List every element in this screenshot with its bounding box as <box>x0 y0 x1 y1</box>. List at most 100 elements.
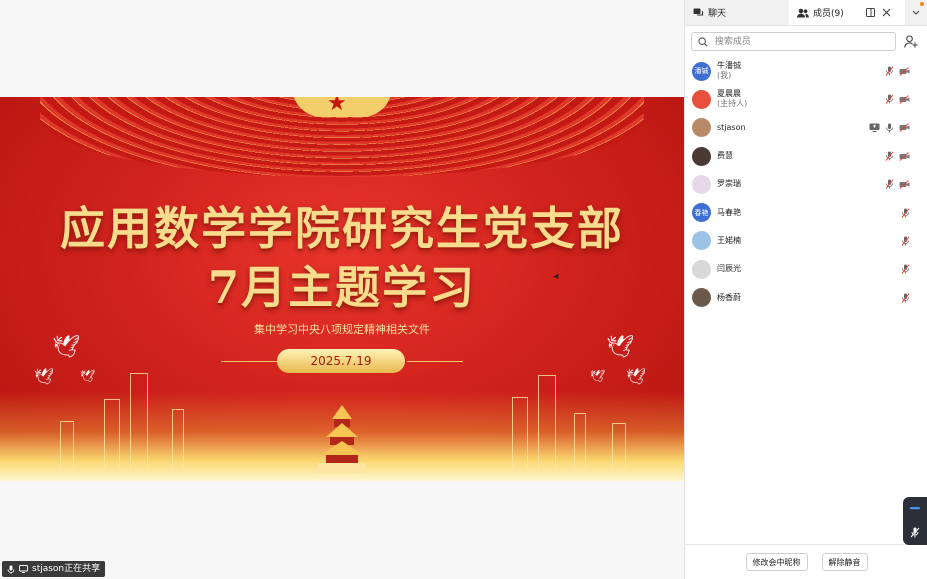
avatar <box>692 146 711 166</box>
dove-icon: 🕊 <box>626 367 647 386</box>
member-role: (主持人) <box>717 99 748 109</box>
sharing-status-text: stjason正在共享 <box>32 564 101 574</box>
member-status-icons <box>869 114 910 142</box>
camera-off-icon[interactable] <box>899 95 910 104</box>
mic-muted-icon[interactable] <box>910 527 920 538</box>
chat-icon <box>693 8 703 15</box>
panel-tabs: 聊天 成员(9) <box>685 0 927 26</box>
camera-off-icon[interactable] <box>899 151 910 161</box>
screen-share-icon[interactable] <box>869 123 880 133</box>
mic-muted-icon[interactable] <box>901 236 910 246</box>
slide-subtitle: 集中学习中央八项规定精神相关文件 <box>254 323 430 336</box>
member-name: 夏晨晨 <box>717 89 741 99</box>
member-name-block: 杨香蔚 <box>717 293 741 303</box>
avatar <box>692 288 711 308</box>
skyline-building <box>574 413 586 471</box>
camera-off-icon[interactable] <box>899 123 910 133</box>
dove-icon: 🕊 <box>34 367 55 386</box>
member-name-block: 夏晨晨 (主持人) <box>717 89 747 109</box>
member-status-icons <box>885 142 910 170</box>
mic-muted-icon[interactable] <box>885 179 894 190</box>
member-search-input[interactable] <box>712 35 895 48</box>
skyline-building <box>130 373 148 471</box>
member-name: 王婼楠 <box>717 235 741 245</box>
mic-muted-icon[interactable] <box>901 264 910 275</box>
dove-icon: 🕊 <box>80 369 96 383</box>
dove-icon: 🕊 <box>590 369 606 383</box>
divider-line <box>221 361 277 362</box>
sharing-status-bar: stjason正在共享 <box>2 561 106 577</box>
member-row[interactable]: 闫辰光 <box>685 255 927 283</box>
avatar <box>692 259 711 279</box>
divider-line <box>407 361 463 362</box>
close-icon[interactable] <box>882 8 891 17</box>
mic-on-icon[interactable] <box>885 123 894 133</box>
skyline-building <box>172 409 184 471</box>
member-name: 杨香蔚 <box>717 292 741 302</box>
member-list: 潘铖 牛潘铖 (我) 夏晨晨 (主持人) stjason 费慧 罗崇瑞 春艳 马春艳王婼楠闫辰光杨… <box>685 57 927 312</box>
member-name-block: 闫辰光 <box>717 264 741 274</box>
chevron-down-icon <box>912 10 920 15</box>
member-row[interactable]: 潘铖 牛潘铖 (我) <box>685 57 927 85</box>
unmute-button[interactable]: 解除静音 <box>821 553 868 571</box>
mic-muted-icon[interactable] <box>901 208 910 218</box>
member-name: 牛潘铖 <box>717 61 741 71</box>
invite-member-icon[interactable] <box>904 35 918 48</box>
skyline-building <box>512 397 528 471</box>
member-row[interactable]: 夏晨晨 (主持人) <box>685 85 927 113</box>
tab-chat[interactable]: 聊天 <box>685 0 789 25</box>
rename-button[interactable]: 修改会中昵称 <box>745 553 808 571</box>
avatar <box>692 174 711 194</box>
avatar: 潘铖 <box>692 61 711 81</box>
member-status-icons <box>885 57 910 85</box>
popout-icon[interactable] <box>866 8 875 17</box>
notification-dot <box>920 2 924 6</box>
search-icon <box>698 36 708 47</box>
microphone-icon <box>7 565 15 574</box>
skyline-building <box>104 399 120 471</box>
member-name-block: stjason <box>717 123 746 133</box>
member-name-block: 王婼楠 <box>717 236 741 246</box>
dove-icon: 🕊 <box>606 335 634 360</box>
member-name: 马春艳 <box>717 207 741 217</box>
shared-slide: ★ 应用数学学院研究生党支部 7月主题学习 集中学习中央八项规定精神相关文件 2… <box>0 97 684 481</box>
member-row[interactable]: 罗崇瑞 <box>685 170 927 198</box>
skyline-building <box>60 421 74 471</box>
more-button[interactable] <box>905 0 927 25</box>
tab-members-label: 成员(9) <box>813 9 844 19</box>
member-status-icons <box>901 255 910 283</box>
dove-icon: 🕊 <box>52 335 80 360</box>
camera-off-icon[interactable] <box>899 179 910 189</box>
member-search-row <box>691 31 921 52</box>
members-icon <box>797 8 809 17</box>
temple-of-heaven <box>318 405 366 473</box>
mic-muted-icon[interactable] <box>885 66 894 76</box>
skyline-building <box>538 375 556 471</box>
tab-members[interactable]: 成员(9) <box>789 0 905 25</box>
member-name: stjason <box>717 122 746 132</box>
minimize-icon[interactable] <box>909 504 921 512</box>
avatar <box>692 118 711 138</box>
skyline-building <box>612 423 626 471</box>
mic-muted-icon[interactable] <box>901 293 910 303</box>
camera-off-icon[interactable] <box>899 66 910 76</box>
member-status-icons <box>885 170 910 198</box>
avatar <box>692 89 711 109</box>
member-status-icons <box>885 85 910 113</box>
member-status-icons <box>901 283 910 311</box>
member-row[interactable]: stjason <box>685 114 927 142</box>
member-row[interactable]: 春艳 马春艳 <box>685 198 927 226</box>
member-name: 闫辰光 <box>717 264 741 274</box>
floating-toolbar <box>903 497 927 545</box>
member-row[interactable]: 杨香蔚 <box>685 283 927 311</box>
mic-muted-icon[interactable] <box>885 151 894 161</box>
member-row[interactable]: 王婼楠 <box>685 227 927 255</box>
member-row[interactable]: 费慧 <box>685 142 927 170</box>
member-search-box[interactable] <box>691 32 896 51</box>
member-name-block: 牛潘铖 (我) <box>717 61 741 81</box>
avatar <box>692 231 711 251</box>
mic-muted-icon[interactable] <box>885 94 894 105</box>
shared-screen-area: ★ 应用数学学院研究生党支部 7月主题学习 集中学习中央八项规定精神相关文件 2… <box>0 0 684 579</box>
slide-title-line2: 7月主题学习 <box>207 261 477 314</box>
panel-footer: 修改会中昵称 解除静音 <box>685 544 927 579</box>
